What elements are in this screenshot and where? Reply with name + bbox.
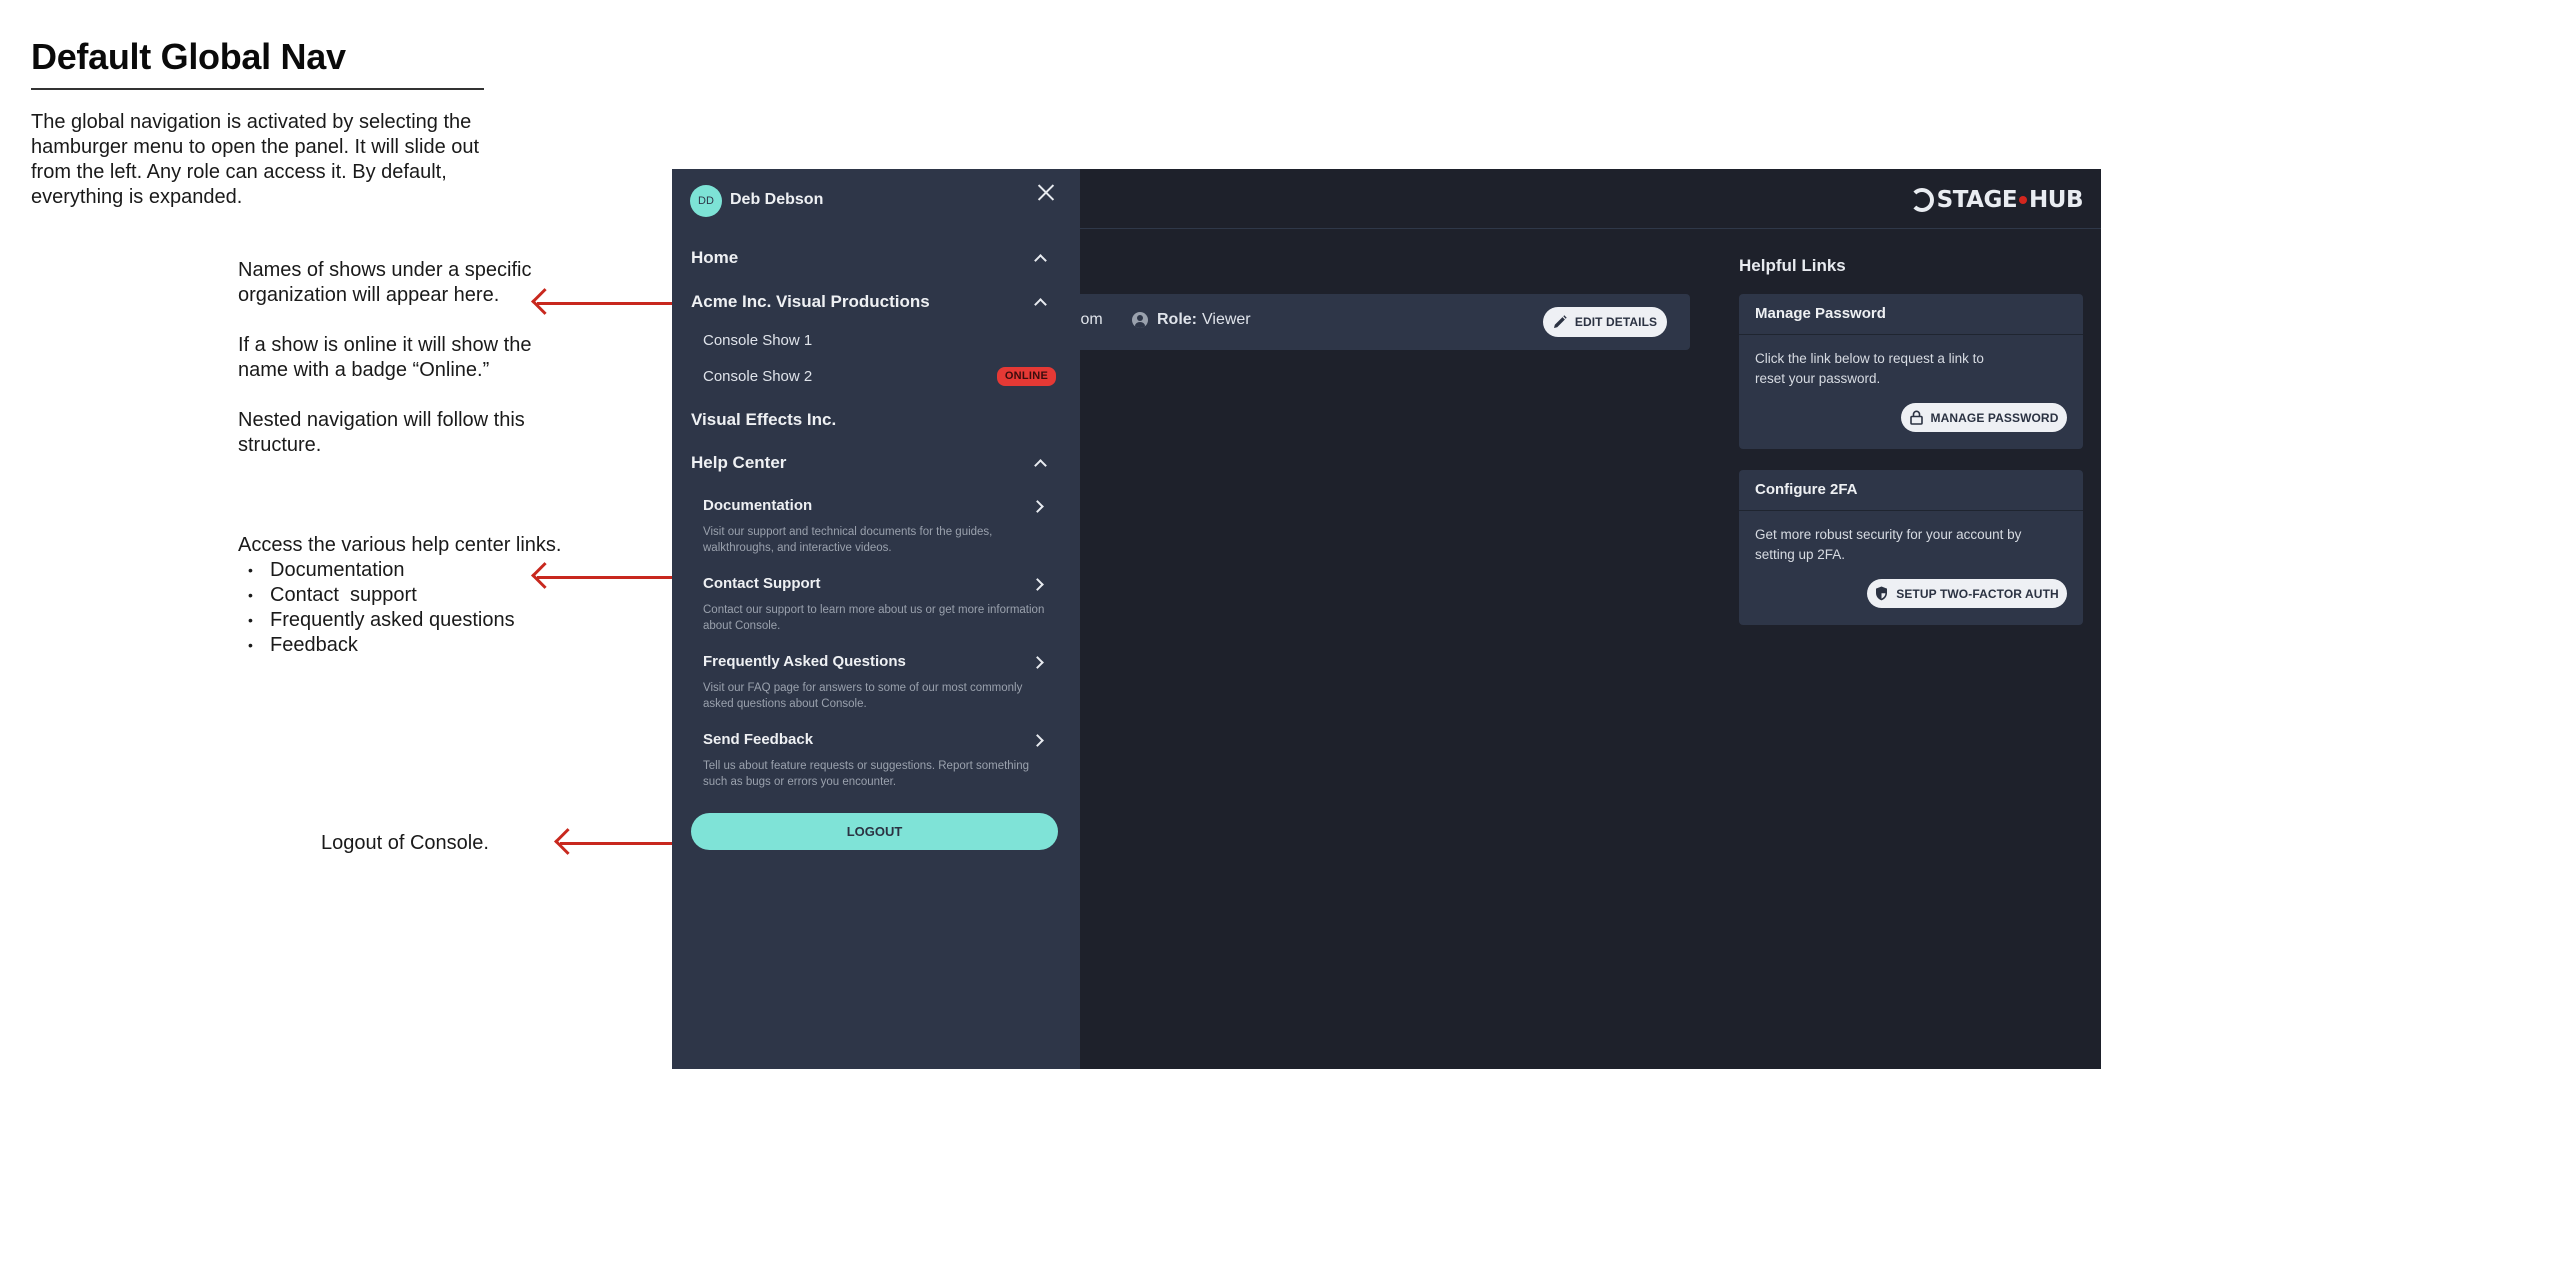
help-item-desc: Contact our support to learn more about …	[703, 604, 1045, 632]
chevron-up-icon[interactable]	[1034, 298, 1047, 311]
shows-annotation: Names of shows under a specific organiza…	[238, 258, 568, 458]
chevron-right-icon[interactable]	[1031, 500, 1044, 513]
shows-note-1: Names of shows under a specific organiza…	[238, 259, 532, 306]
account-circle-icon	[1132, 312, 1148, 328]
nav-section-label: Help Center	[691, 453, 787, 472]
lock-icon	[1909, 410, 1923, 425]
user-role: Role: Viewer	[1132, 311, 1251, 329]
nav-show-item[interactable]: Console Show 1	[703, 332, 812, 349]
chevron-right-icon[interactable]	[1031, 734, 1044, 747]
chevron-up-icon[interactable]	[1034, 459, 1047, 472]
card-title: Configure 2FA	[1739, 470, 2083, 511]
stagehub-logo[interactable]: STAGE HUB	[1909, 187, 2083, 213]
help-item-send-feedback[interactable]: Send Feedback	[703, 731, 813, 748]
help-item-documentation[interactable]: Documentation	[703, 497, 812, 514]
arrowhead-icon	[554, 828, 581, 855]
help-item-desc: Visit our FAQ page for answers to some o…	[703, 682, 1023, 710]
chevron-right-icon[interactable]	[1031, 656, 1044, 669]
nav-section-help-center[interactable]: Help Center	[691, 453, 786, 473]
annotation-arrow-help	[531, 562, 693, 589]
pencil-icon	[1553, 315, 1567, 328]
nav-section-visual-effects[interactable]: Visual Effects Inc.	[691, 410, 836, 430]
logo-text-right: HUB	[2029, 187, 2083, 213]
card-text: Get more robust security for your accoun…	[1755, 527, 2022, 562]
logout-button[interactable]: LOGOUT	[691, 813, 1058, 850]
logo-dot-icon	[2019, 196, 2028, 204]
configure-2fa-card: Configure 2FA Get more robust security f…	[1739, 470, 2083, 625]
help-annotation: Access the various help center links. Do…	[238, 533, 618, 658]
help-note-list: Documentation Contact support Frequently…	[238, 558, 618, 658]
logout-annotation: Logout of Console.	[321, 832, 489, 854]
help-note-intro: Access the various help center links.	[238, 534, 562, 556]
annotation-arrow-shows	[531, 288, 693, 315]
role-value: Viewer	[1202, 311, 1251, 328]
help-item-contact-support[interactable]: Contact Support	[703, 575, 821, 592]
setup-2fa-button[interactable]: SETUP TWO-FACTOR AUTH	[1867, 579, 2067, 608]
setup-2fa-label: SETUP TWO-FACTOR AUTH	[1896, 586, 2059, 601]
logo-text-left: STAGE	[1936, 187, 2018, 213]
manage-password-label: MANAGE PASSWORD	[1930, 410, 2059, 425]
card-title: Manage Password	[1739, 294, 2083, 335]
help-note-item: Frequently asked questions	[248, 608, 618, 633]
help-note-item: Feedback	[248, 633, 618, 658]
app-window: STAGE HUB ail.com Role: Viewer EDIT DETA…	[672, 169, 2101, 1069]
page-title: Default Global Nav	[31, 36, 346, 77]
help-item-desc: Tell us about feature requests or sugges…	[703, 760, 1030, 788]
nav-section-home[interactable]: Home	[691, 248, 738, 268]
avatar: DD	[690, 185, 722, 217]
helpful-links-title: Helpful Links	[1739, 256, 1846, 275]
help-item-faq[interactable]: Frequently Asked Questions	[703, 653, 906, 670]
manage-password-button[interactable]: MANAGE PASSWORD	[1901, 403, 2067, 432]
user-info-bar: ail.com Role: Viewer EDIT DETAILS	[1052, 294, 1690, 350]
help-note-item: Documentation	[248, 558, 618, 583]
nav-show-item[interactable]: Console Show 2	[703, 368, 812, 385]
card-text: Click the link below to request a link t…	[1755, 351, 1992, 386]
nav-section-label: Visual Effects Inc.	[691, 410, 837, 429]
role-label: Role:	[1157, 311, 1197, 328]
intro-paragraph: The global navigation is activated by se…	[31, 111, 480, 208]
logo-ring-icon	[1909, 188, 1934, 212]
help-note-item: Contact support	[248, 583, 618, 608]
close-icon[interactable]	[1034, 181, 1058, 205]
chevron-up-icon[interactable]	[1034, 254, 1047, 267]
chevron-right-icon[interactable]	[1031, 578, 1044, 591]
shows-note-2: If a show is online it will show the nam…	[238, 334, 532, 381]
user-name: Deb Debson	[730, 191, 824, 208]
edit-details-label: EDIT DETAILS	[1574, 315, 1658, 329]
card-body: Click the link below to request a link t…	[1739, 335, 2083, 432]
shield-icon	[1876, 586, 1888, 601]
online-badge: ONLINE	[997, 367, 1056, 386]
edit-details-button[interactable]: EDIT DETAILS	[1543, 307, 1667, 337]
shows-note-3: Nested navigation will follow this struc…	[238, 409, 525, 456]
help-item-desc: Visit our support and technical document…	[703, 526, 993, 554]
manage-password-card: Manage Password Click the link below to …	[1739, 294, 2083, 449]
nav-section-acme[interactable]: Acme Inc. Visual Productions	[691, 292, 930, 312]
card-body: Get more robust security for your accoun…	[1739, 511, 2083, 608]
title-divider	[31, 88, 484, 90]
nav-section-label: Acme Inc. Visual Productions	[691, 292, 930, 311]
nav-section-label: Home	[691, 248, 739, 267]
global-nav-panel: DD Deb Debson Home Acme Inc. Visual Prod…	[672, 169, 1080, 1069]
